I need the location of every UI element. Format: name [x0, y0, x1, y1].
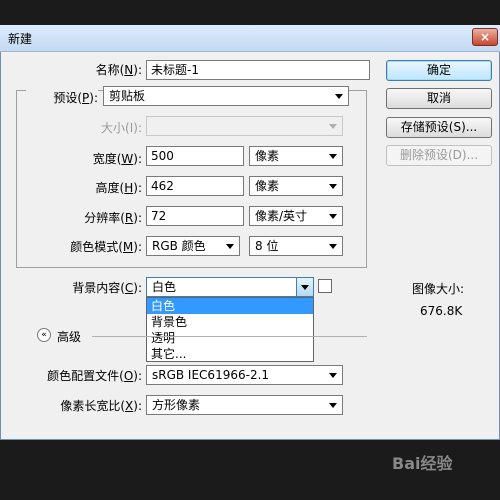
- width-label-key: W: [121, 152, 134, 166]
- size-select: [146, 116, 343, 136]
- name-label-key: N: [124, 63, 134, 77]
- chevron-down-icon: [335, 94, 343, 99]
- color-mode-label: 颜色模式(M):: [40, 238, 142, 255]
- chevron-down-icon: [329, 214, 337, 219]
- resolution-input[interactable]: 72: [146, 206, 244, 226]
- pixel-aspect-label: 像素长宽比(X):: [20, 397, 142, 414]
- name-input[interactable]: 未标题-1: [146, 60, 370, 80]
- preset-label-text: 预设(: [53, 91, 83, 105]
- chevron-down-icon: [329, 154, 337, 159]
- background-option-bg-color[interactable]: 背景色: [147, 314, 313, 330]
- pixel-aspect-select[interactable]: 方形像素: [146, 395, 343, 415]
- height-label: 高度(H):: [60, 179, 142, 196]
- close-button[interactable]: ×: [472, 28, 498, 46]
- background-select[interactable]: 白色: [146, 277, 314, 297]
- width-label-text: 宽度(: [92, 152, 122, 166]
- watermark: Bai经验: [392, 454, 453, 473]
- width-unit-select[interactable]: 像素: [249, 146, 343, 166]
- background-option-transparent[interactable]: 透明: [147, 330, 313, 346]
- pixel-aspect-label-text: 像素长宽比(: [60, 399, 126, 413]
- pixel-aspect-label-end: ):: [133, 399, 142, 413]
- chevron-down-icon: [226, 244, 234, 249]
- preset-value: 剪贴板: [109, 89, 146, 103]
- image-size-label: 图像大小:: [412, 282, 465, 296]
- background-options-list: 白色 背景色 透明 其它...: [146, 297, 314, 362]
- background-value: 白色: [152, 280, 177, 294]
- bit-depth-value: 8 位: [255, 239, 279, 253]
- height-unit-value: 像素: [255, 179, 280, 193]
- width-label-end: ):: [133, 152, 142, 166]
- title-bar: [0, 25, 500, 52]
- height-unit-select[interactable]: 像素: [249, 176, 343, 196]
- height-label-end: ):: [133, 181, 142, 195]
- chevron-down-icon: [301, 285, 309, 290]
- color-profile-label-key: O: [123, 369, 134, 383]
- save-preset-button[interactable]: 存储预设(S)...: [386, 117, 492, 138]
- width-input[interactable]: 500: [146, 146, 244, 166]
- width-label: 宽度(W):: [60, 150, 142, 167]
- height-label-key: H: [124, 181, 134, 195]
- ok-button[interactable]: 确定: [386, 60, 492, 81]
- resolution-unit-value: 像素/英寸: [255, 209, 308, 223]
- chevron-down-icon: [329, 244, 337, 249]
- resolution-label-end: ):: [133, 211, 142, 225]
- cancel-button[interactable]: 取消: [386, 88, 492, 109]
- chevron-down-icon: [329, 124, 337, 129]
- width-unit-value: 像素: [255, 149, 280, 163]
- color-profile-label-text: 颜色配置文件(: [47, 369, 124, 383]
- delete-preset-button: 删除预设(D)...: [386, 145, 492, 166]
- color-profile-value: sRGB IEC61966-2.1: [152, 368, 270, 382]
- name-label-text: 名称(: [95, 63, 125, 77]
- background-color-swatch[interactable]: [318, 279, 332, 293]
- background-option-white[interactable]: 白色: [147, 298, 313, 314]
- background-label: 背景内容(C):: [40, 279, 142, 296]
- bit-depth-select[interactable]: 8 位: [249, 236, 343, 256]
- resolution-label-text: 分辨率(: [84, 211, 125, 225]
- advanced-divider: [92, 336, 367, 337]
- color-mode-value: RGB 颜色: [152, 239, 206, 253]
- color-profile-label: 颜色配置文件(O):: [20, 367, 142, 384]
- image-size-value: 676.8K: [420, 304, 463, 318]
- resolution-unit-select[interactable]: 像素/英寸: [249, 206, 343, 226]
- resolution-label: 分辨率(R):: [60, 209, 142, 226]
- chevron-down-icon: [329, 373, 337, 378]
- chevron-down-icon: [329, 184, 337, 189]
- name-label: 名称(N):: [60, 61, 142, 78]
- color-mode-select[interactable]: RGB 颜色: [146, 236, 240, 256]
- window-title: 新建: [8, 32, 33, 46]
- preset-select[interactable]: 剪贴板: [103, 86, 349, 106]
- background-label-text: 背景内容(: [72, 281, 125, 295]
- color-mode-label-text: 颜色模式(: [70, 240, 123, 254]
- preset-label-end: ):: [89, 91, 98, 105]
- chevron-down-icon: [329, 403, 337, 408]
- color-profile-select[interactable]: sRGB IEC61966-2.1: [146, 365, 343, 385]
- color-mode-label-key: M: [122, 240, 134, 254]
- color-mode-label-end: ):: [133, 240, 142, 254]
- background-label-key: C: [124, 281, 134, 295]
- preset-label: 预设(P):: [26, 89, 98, 106]
- size-label: 大小(I):: [101, 121, 142, 135]
- background-option-other[interactable]: 其它...: [147, 346, 313, 362]
- name-label-end: ):: [133, 63, 142, 77]
- background-dropdown-button[interactable]: [296, 277, 314, 297]
- advanced-label[interactable]: 高级: [57, 328, 81, 345]
- color-profile-label-end: ):: [133, 369, 142, 383]
- pixel-aspect-value: 方形像素: [152, 398, 201, 412]
- height-input[interactable]: 462: [146, 176, 244, 196]
- resolution-label-key: R: [124, 211, 134, 225]
- height-label-text: 高度(: [95, 181, 125, 195]
- background-label-end: ):: [133, 281, 142, 295]
- advanced-toggle-icon[interactable]: «: [37, 328, 51, 342]
